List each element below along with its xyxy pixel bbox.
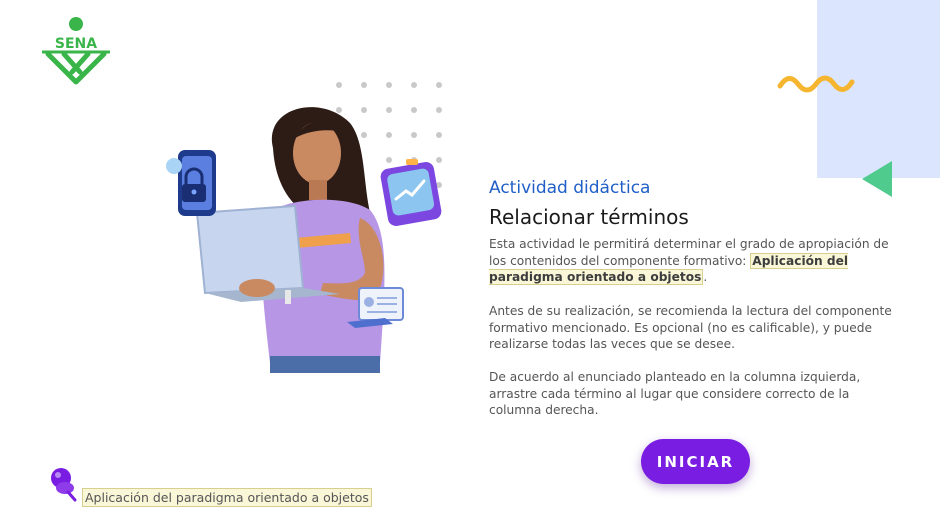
document-card-icon xyxy=(347,287,404,328)
recommendation-paragraph: Antes de su realización, se recomienda l… xyxy=(489,304,892,352)
activity-type-label: Actividad didáctica xyxy=(489,178,651,198)
description-paragraph: Esta actividad le permitirá determinar e… xyxy=(489,236,894,286)
description-period: . xyxy=(703,270,708,285)
chart-card-icon xyxy=(380,159,442,226)
wavy-line-icon xyxy=(777,75,855,93)
activity-title: Relacionar términos xyxy=(489,205,689,229)
sena-logo: SENA xyxy=(40,16,114,86)
instructions-paragraph: De acuerdo al enunciado planteado en la … xyxy=(489,370,861,418)
component-footer-label: Aplicación del paradigma orientado a obj… xyxy=(82,488,372,507)
triangle-arrow-icon xyxy=(862,161,892,197)
pushpin-icon xyxy=(51,468,77,502)
illustration-woman-laptop xyxy=(145,98,435,373)
start-button[interactable]: INICIAR xyxy=(641,439,750,484)
logo-text: SENA xyxy=(55,36,97,52)
lock-phone-icon xyxy=(166,150,216,216)
